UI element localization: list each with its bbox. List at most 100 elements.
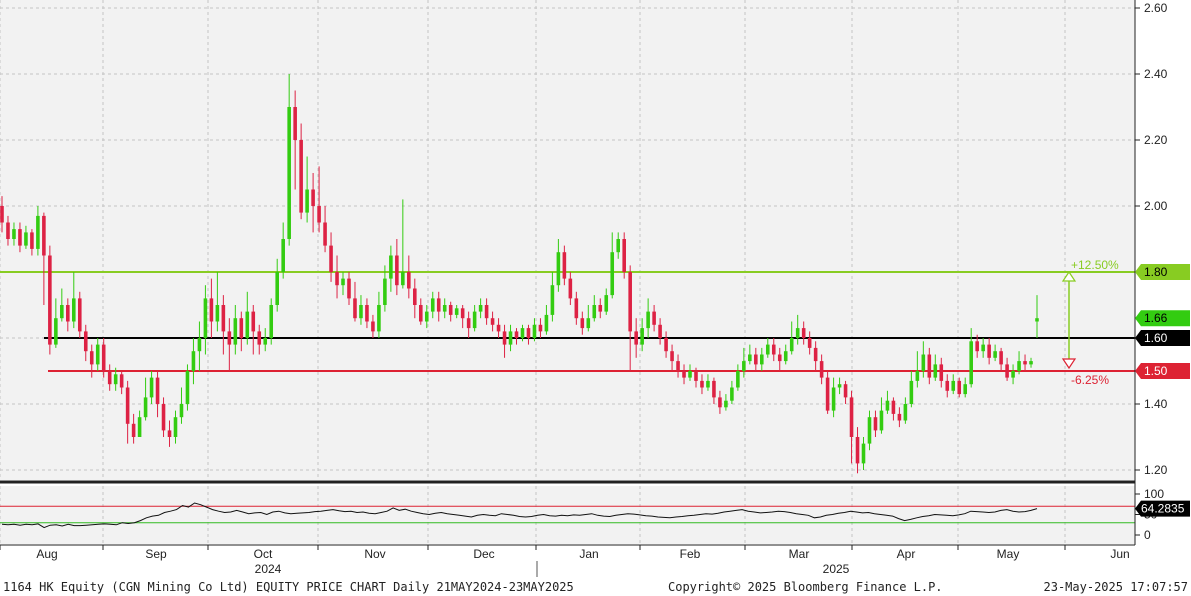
candle-body: [305, 189, 309, 213]
candle-body: [562, 252, 567, 279]
y-tick-label: 2.00: [1144, 199, 1168, 213]
y-tick-label: 2.60: [1144, 1, 1168, 15]
candle-body: [347, 278, 351, 299]
candle-body: [861, 443, 866, 464]
candle-body: [789, 338, 794, 352]
candle-body: [891, 400, 896, 414]
tag-rsi-last-label: 64.2835: [1141, 502, 1185, 516]
candle-body: [760, 354, 764, 365]
candle-body: [831, 387, 836, 411]
candle-body: [407, 272, 411, 289]
candle-body: [712, 380, 716, 398]
candle-body: [951, 380, 956, 391]
candle-body: [885, 400, 890, 411]
candle-body: [771, 344, 776, 355]
candle-body: [95, 344, 100, 365]
candle-body: [652, 311, 656, 325]
candle-body: [466, 318, 471, 329]
candle-body: [825, 377, 830, 411]
candle-body: [813, 347, 818, 362]
candle-body: [413, 288, 417, 305]
candle-body: [83, 331, 88, 352]
candle-body: [371, 321, 375, 332]
candle-body: [490, 318, 495, 325]
candle-body: [664, 338, 668, 352]
candle-body: [897, 413, 902, 421]
candle-body: [1017, 361, 1021, 371]
candle-body: [227, 331, 232, 345]
candle-body: [191, 351, 196, 371]
candle-body: [843, 384, 848, 398]
candle-body: [574, 298, 579, 319]
candle-body: [969, 341, 973, 385]
candle-body: [777, 354, 782, 362]
candle-body: [837, 384, 842, 388]
candle-body: [430, 298, 435, 312]
x-year-label: 2025: [823, 562, 850, 576]
candle-body: [203, 298, 208, 338]
candle-body: [987, 344, 991, 358]
candle-body: [783, 351, 788, 362]
candle-body: [383, 278, 387, 305]
x-month-label: Jun: [1110, 547, 1129, 561]
candle-body: [101, 344, 106, 371]
candle-body: [640, 328, 644, 345]
candle-body: [179, 404, 184, 418]
candle-body: [54, 318, 58, 345]
candle-body: [113, 374, 118, 385]
candle-body: [89, 351, 94, 365]
candle-body: [1035, 318, 1039, 322]
candle-body: [628, 272, 632, 332]
x-month-label: Apr: [897, 547, 916, 561]
y-tick-label: 1.20: [1144, 463, 1168, 477]
candle-body: [921, 354, 926, 371]
candle-body: [418, 305, 423, 322]
candle-body: [538, 324, 543, 332]
candle-body: [981, 344, 985, 352]
candle-body: [700, 380, 704, 388]
y-tick-label: 1.40: [1144, 397, 1168, 411]
candle-body: [939, 364, 944, 381]
candle-body: [694, 371, 698, 381]
x-month-label: Sep: [145, 547, 167, 561]
x-month-label: May: [997, 547, 1020, 561]
candle-body: [616, 239, 621, 253]
candle-body: [436, 298, 441, 312]
candle-body: [42, 215, 46, 256]
candle-body: [819, 361, 824, 378]
price-tags: 1.80 1.66 1.60 1.50 64.2835: [1135, 264, 1190, 517]
candle-body: [1029, 361, 1033, 365]
candle-body: [903, 404, 908, 421]
candle-body: [287, 107, 291, 239]
candle-body: [508, 331, 513, 345]
candle-body: [718, 397, 722, 408]
candle-body: [77, 298, 82, 332]
footer-copyright: Copyright© 2025 Bloomberg Finance L.P.: [668, 580, 943, 594]
time-axis: Aug Sep Oct Nov Dec Jan Feb Mar Apr May Jun 2024 202…: [0, 545, 1130, 577]
y-tick-label: 2.20: [1144, 133, 1168, 147]
candle-body: [807, 338, 812, 348]
candle-body: [239, 318, 244, 338]
candle-body: [137, 417, 142, 437]
candle-body: [149, 377, 154, 398]
candle-body: [873, 417, 878, 431]
tag-lower-level-label: 1.50: [1144, 364, 1168, 378]
candle-body: [329, 245, 333, 272]
candle-body: [442, 305, 447, 312]
candle-body: [670, 351, 674, 362]
candle-body: [993, 351, 997, 358]
x-month-label: Oct: [254, 547, 273, 561]
candle-body: [580, 318, 585, 329]
candle-body: [454, 308, 459, 315]
candle-body: [646, 311, 650, 329]
price-chart: +12.50%-6.25% 2.602.402.202.001.801.601.…: [0, 0, 1190, 577]
candle-body: [682, 371, 686, 378]
rsi-tick-label: 100: [1144, 487, 1164, 501]
candle-body: [532, 324, 537, 338]
candle-body: [915, 371, 920, 381]
footer-timestamp: 23-May-2025 17:07:57: [1043, 580, 1189, 594]
candle-body: [724, 400, 728, 408]
candle-body: [293, 107, 297, 140]
candle-body: [30, 232, 34, 249]
x-month-label: Aug: [36, 547, 57, 561]
